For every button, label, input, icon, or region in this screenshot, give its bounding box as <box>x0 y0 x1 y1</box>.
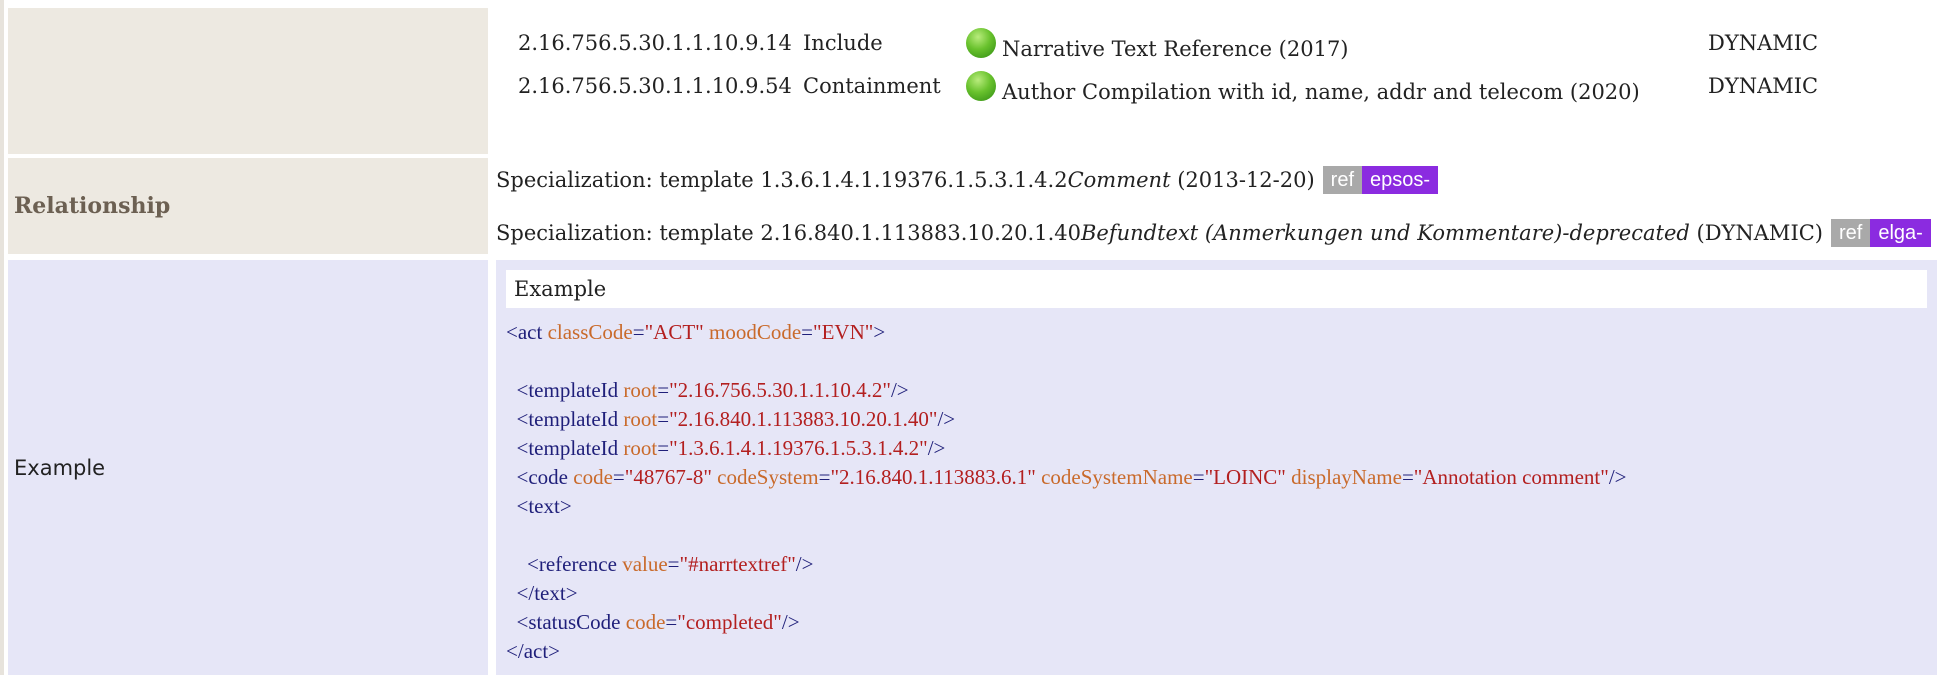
project-badge[interactable]: elga- <box>1870 219 1931 247</box>
include-type: Containment <box>803 74 941 98</box>
include-flexibility: DYNAMIC <box>1708 74 1819 98</box>
example-xml-code: <act classCode="ACT" moodCode="EVN"> <te… <box>506 320 1627 663</box>
specialization-template-name[interactable]: Comment <box>1068 168 1171 192</box>
includes-row: 2.16.756.5.30.1.1.10.9.14 Include Narrat… <box>8 8 1937 154</box>
example-row: Example Example <act classCode="ACT" moo… <box>8 260 1937 675</box>
relationship-row: Relationship Specialization: template 1.… <box>8 158 1937 254</box>
specialization-item: Specialization: template 2.16.840.1.1138… <box>496 218 1931 248</box>
specialization-prefix: Specialization: template 2.16.840.1.1138… <box>496 221 1081 245</box>
include-oid: 2.16.756.5.30.1.1.10.9.14 <box>518 31 792 55</box>
include-oid: 2.16.756.5.30.1.1.10.9.54 <box>518 74 792 98</box>
includes-content: 2.16.756.5.30.1.1.10.9.14 Include Narrat… <box>496 8 1937 154</box>
specialization-template-name[interactable]: Befundtext (Anmerkungen und Kommentare)-… <box>1081 221 1690 245</box>
left-edge-strip <box>0 0 4 675</box>
status-active-icon <box>966 28 996 58</box>
include-type: Include <box>803 31 883 55</box>
example-header: Example <box>506 270 1927 308</box>
include-template-link[interactable]: Author Compilation with id, name, addr a… <box>1002 80 1640 104</box>
specialization-effective: (DYNAMIC) <box>1689 221 1824 245</box>
include-flexibility: DYNAMIC <box>1708 31 1819 55</box>
specialization-item: Specialization: template 1.3.6.1.4.1.193… <box>496 165 1439 195</box>
specialization-effective: (2013-12-20) <box>1170 168 1315 192</box>
ref-badge: ref <box>1322 166 1363 194</box>
project-badge[interactable]: epsos- <box>1362 166 1439 194</box>
specialization-prefix: Specialization: template 1.3.6.1.4.1.193… <box>496 168 1068 192</box>
example-content: Example <act classCode="ACT" moodCode="E… <box>496 260 1937 675</box>
include-template-link[interactable]: Narrative Text Reference (2017) <box>1002 37 1349 61</box>
example-label: Example <box>8 260 488 675</box>
relationship-label: Relationship <box>8 158 488 254</box>
relationship-content: Specialization: template 1.3.6.1.4.1.193… <box>496 158 1937 254</box>
status-active-icon <box>966 71 996 101</box>
includes-label-cell <box>8 8 488 154</box>
ref-badge: ref <box>1831 219 1871 247</box>
